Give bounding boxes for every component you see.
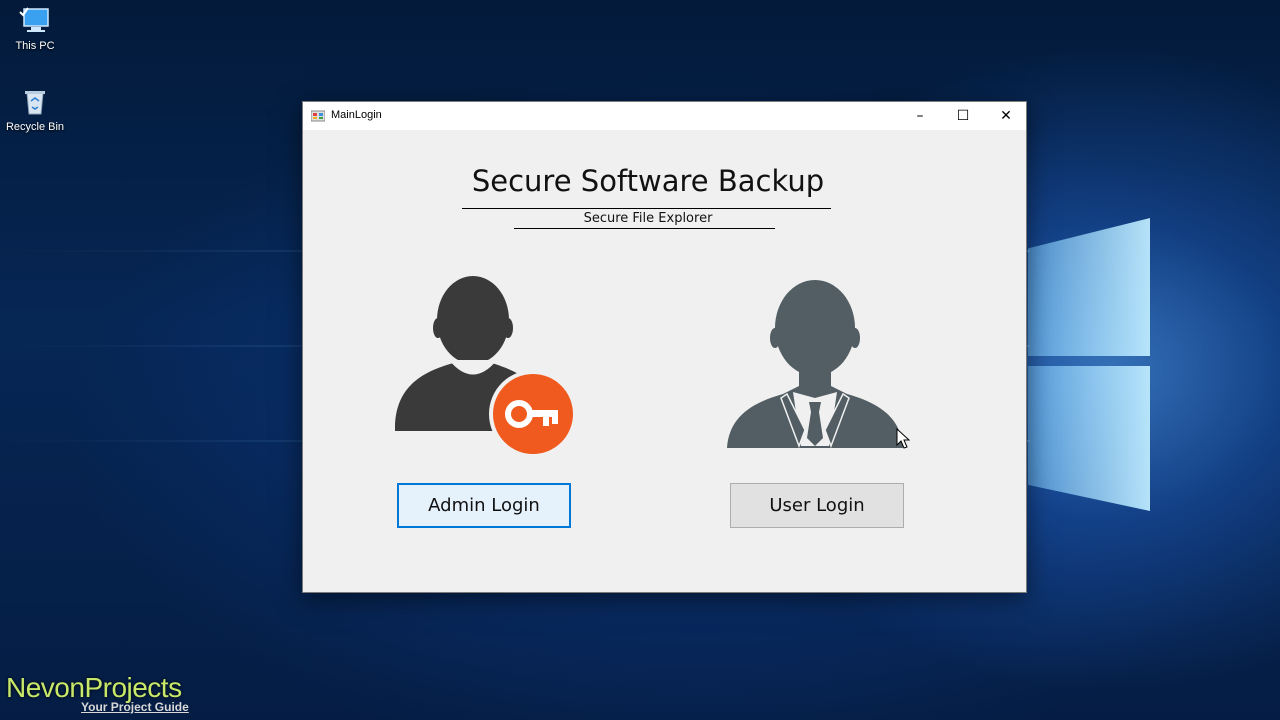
close-button[interactable]: ✕ bbox=[984, 102, 1028, 130]
admin-login-button[interactable]: Admin Login bbox=[397, 483, 571, 528]
recycle-bin-icon bbox=[25, 91, 45, 115]
desktop: This PC Recycle Bin MainLogin – ☐ ✕ Secu… bbox=[0, 0, 1280, 720]
windows-logo-pane bbox=[1028, 366, 1150, 511]
page-subtitle: Secure File Explorer bbox=[583, 211, 713, 226]
subtitle-underline bbox=[514, 228, 775, 229]
computer-icon bbox=[19, 7, 49, 32]
main-login-window: MainLogin – ☐ ✕ Secure Software Backup S… bbox=[302, 101, 1027, 593]
business-user-icon bbox=[727, 280, 903, 449]
desktop-icon-label: This PC bbox=[15, 40, 55, 52]
desktop-icon-label: Recycle Bin bbox=[5, 121, 65, 133]
page-title: Secure Software Backup bbox=[471, 164, 825, 198]
minimize-button[interactable]: – bbox=[898, 102, 942, 130]
window-title: MainLogin bbox=[331, 109, 382, 121]
title-bar[interactable]: MainLogin – ☐ ✕ bbox=[303, 102, 1026, 130]
brand-tagline: Your Project Guide bbox=[81, 700, 189, 714]
desktop-icon-recycle-bin[interactable]: Recycle Bin bbox=[0, 87, 70, 133]
windows-logo-pane bbox=[1028, 218, 1150, 356]
user-login-button[interactable]: User Login bbox=[730, 483, 904, 528]
admin-user-key-icon bbox=[395, 276, 577, 458]
mouse-cursor-icon bbox=[896, 428, 910, 449]
watermark: NevonProjects Your Project Guide bbox=[6, 672, 189, 714]
maximize-button[interactable]: ☐ bbox=[941, 102, 985, 130]
app-icon bbox=[311, 110, 325, 122]
title-underline bbox=[462, 208, 831, 209]
desktop-icon-this-pc[interactable]: This PC bbox=[0, 6, 70, 52]
